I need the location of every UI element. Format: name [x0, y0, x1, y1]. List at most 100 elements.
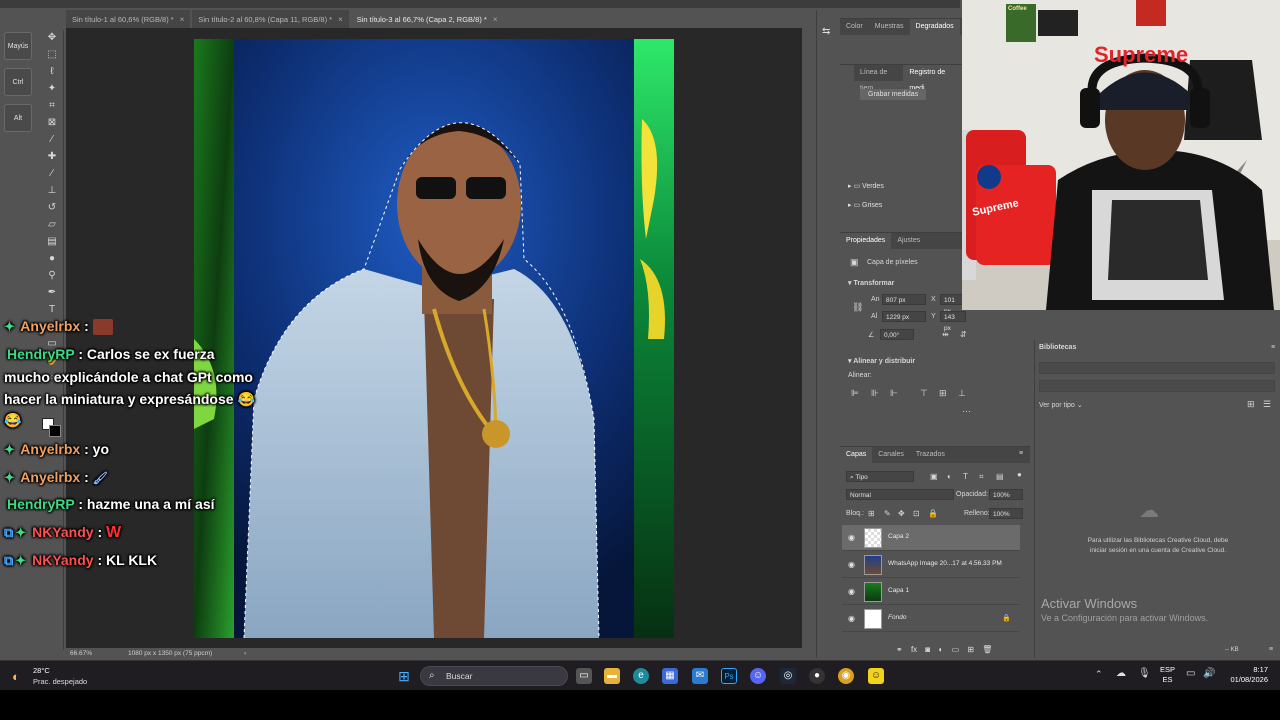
crop-tool-icon[interactable]: ⌗	[45, 100, 59, 112]
lock-transparency-icon[interactable]: ⊞	[868, 509, 875, 518]
layer-filter-select[interactable]: ⌕ Tipo	[846, 471, 914, 482]
filter-adjustment-icon[interactable]: ◐	[947, 472, 952, 481]
height-field[interactable]: 1229 px	[882, 311, 926, 322]
store-icon[interactable]: ▦	[662, 668, 678, 684]
blur-tool-icon[interactable]: ●	[45, 253, 59, 265]
list-view-icon[interactable]: ☰	[1263, 399, 1271, 410]
angle-field[interactable]: 0,00°	[880, 329, 914, 340]
marquee-tool-icon[interactable]: ⬚	[45, 49, 59, 61]
cloud-icon[interactable]: ☁	[1116, 668, 1126, 679]
align-middle-icon[interactable]: ⊞	[939, 388, 947, 399]
alt-key-button[interactable]: Alt	[4, 104, 32, 132]
zoom-level[interactable]: 66.67%	[70, 650, 92, 657]
obs-icon[interactable]: ●	[809, 668, 825, 684]
filter-text-icon[interactable]: T	[963, 472, 968, 481]
filter-shape-icon[interactable]: ⌗	[979, 472, 984, 482]
lock-all-icon[interactable]: 🔒	[928, 509, 938, 518]
file-explorer-icon[interactable]: ▬	[604, 668, 620, 684]
tab-adjustments[interactable]: Ajustes	[891, 233, 926, 249]
stamp-tool-icon[interactable]: ⊥	[45, 185, 59, 197]
adjustment-layer-icon[interactable]: ◐	[938, 645, 943, 654]
history-brush-tool-icon[interactable]: ↺	[45, 202, 59, 214]
tab-color[interactable]: Color	[840, 19, 869, 35]
layer-row[interactable]: ◉ WhatsApp Image 20...17 at 4.56.33 PM	[842, 552, 1020, 578]
steam-icon[interactable]: ◎	[780, 668, 796, 684]
volume-icon[interactable]: 🔊	[1203, 668, 1215, 679]
flip-vertical-icon[interactable]: ⇵	[960, 330, 967, 339]
tab-timeline[interactable]: Línea de tiem	[854, 65, 903, 92]
folder-greens[interactable]: ▸ ▭ Verdes	[848, 182, 884, 190]
app-icon[interactable]: ☺	[868, 668, 884, 684]
link-icon[interactable]: ⛓	[852, 302, 863, 313]
tab-document-1[interactable]: Sin título-1 al 60,6% (RGB/8) * ×	[66, 10, 191, 28]
library-select[interactable]	[1039, 380, 1275, 392]
lock-pixels-icon[interactable]: ✎	[884, 509, 891, 518]
taskbar-search[interactable]: ⌕ Buscar	[420, 666, 568, 686]
tab-layers[interactable]: Capas	[840, 447, 873, 463]
task-view-icon[interactable]: ▭	[576, 668, 592, 684]
edge-browser-icon[interactable]: e	[633, 668, 649, 684]
blend-mode-select[interactable]: Normal	[846, 489, 954, 500]
chrome-icon[interactable]: ◉	[838, 668, 854, 684]
width-field[interactable]: 807 px	[882, 294, 926, 305]
folder-grays[interactable]: ▸ ▭ Grises	[848, 201, 882, 209]
filter-toggle-icon[interactable]: ●	[1017, 470, 1022, 479]
move-tool-icon[interactable]: ✥	[45, 32, 59, 44]
tab-document-3[interactable]: Sin título-3 al 66,7% (Capa 2, RGB/8) * ×	[350, 10, 504, 28]
lock-artboard-icon[interactable]: ⊡	[913, 509, 920, 518]
weather-widget[interactable]: ◐ 28°C Prac. despejado	[10, 665, 100, 687]
tab-document-2[interactable]: Sin título-2 al 60,8% (Capa 11, RGB/8) *…	[192, 10, 349, 28]
library-search-input[interactable]	[1039, 362, 1275, 374]
ctrl-key-button[interactable]: Ctrl	[4, 68, 32, 96]
record-measurements-button[interactable]: Grabar medidas	[860, 89, 927, 100]
fx-icon[interactable]: fx	[911, 645, 917, 654]
pen-tool-icon[interactable]: ✒	[45, 287, 59, 299]
transform-heading[interactable]: ▾ Transformar	[848, 279, 894, 287]
chevron-up-icon[interactable]: ⌃	[1095, 669, 1103, 680]
lasso-tool-icon[interactable]: ℓ	[45, 66, 59, 78]
shift-key-button[interactable]: Mayús	[4, 32, 32, 60]
layer-row[interactable]: ◉ Capa 1	[842, 579, 1020, 605]
tab-measurement-log[interactable]: Registro de medi	[903, 65, 962, 92]
panel-toggle-icon[interactable]: ⇆	[822, 26, 830, 37]
new-layer-icon[interactable]: ⊞	[967, 645, 974, 654]
group-folder-icon[interactable]: ▭	[952, 645, 960, 654]
panel-menu-icon[interactable]: ≡	[1019, 450, 1023, 457]
more-options-icon[interactable]: ···	[962, 406, 971, 416]
magic-wand-tool-icon[interactable]: ✦	[45, 83, 59, 95]
filter-smart-object-icon[interactable]: ▤	[996, 472, 1004, 481]
link-layers-icon[interactable]: ⚭	[896, 645, 903, 654]
eye-icon[interactable]: ◉	[848, 614, 855, 623]
eraser-tool-icon[interactable]: ▱	[45, 219, 59, 231]
eye-icon[interactable]: ◉	[848, 533, 855, 542]
discord-icon[interactable]: ☺	[750, 668, 766, 684]
opacity-field[interactable]: 100%	[989, 489, 1023, 500]
align-right-icon[interactable]: ⊩	[890, 388, 898, 399]
mail-icon[interactable]: ✉	[692, 668, 708, 684]
network-icon[interactable]: ▭	[1186, 668, 1195, 679]
grid-view-icon[interactable]: ⊞	[1247, 399, 1255, 410]
windows-start-icon[interactable]: ⊞	[396, 668, 412, 684]
language-indicator[interactable]: ESP ES	[1160, 665, 1175, 685]
panel-menu-icon[interactable]: ≡	[1271, 344, 1275, 351]
view-by-select[interactable]: Ver por tipo ⌄	[1039, 401, 1083, 409]
tab-properties[interactable]: Propiedades	[840, 233, 892, 249]
clock[interactable]: 8:17 01/08/2026	[1222, 665, 1268, 685]
fill-field[interactable]: 100%	[989, 508, 1023, 519]
eye-icon[interactable]: ◉	[848, 587, 855, 596]
flip-horizontal-icon[interactable]: ⇹	[942, 330, 949, 339]
y-field[interactable]: 143 px	[940, 311, 966, 332]
dodge-tool-icon[interactable]: ⚲	[45, 270, 59, 282]
align-top-icon[interactable]: ⊤	[920, 388, 928, 399]
eyedropper-tool-icon[interactable]: ⁄	[45, 134, 59, 146]
document-canvas[interactable]	[194, 39, 674, 638]
gradient-tool-icon[interactable]: ▤	[45, 236, 59, 248]
healing-brush-tool-icon[interactable]: ✚	[45, 151, 59, 163]
tab-channels[interactable]: Canales	[872, 447, 910, 463]
tab-swatches[interactable]: Muestras	[869, 19, 910, 35]
panel-menu-icon[interactable]: ≡	[1269, 646, 1273, 653]
tab-paths[interactable]: Trazados	[910, 447, 951, 463]
filter-image-icon[interactable]: ▣	[930, 472, 938, 481]
microphone-icon[interactable]: 🎙	[1138, 668, 1151, 679]
close-icon[interactable]: ×	[493, 15, 498, 24]
